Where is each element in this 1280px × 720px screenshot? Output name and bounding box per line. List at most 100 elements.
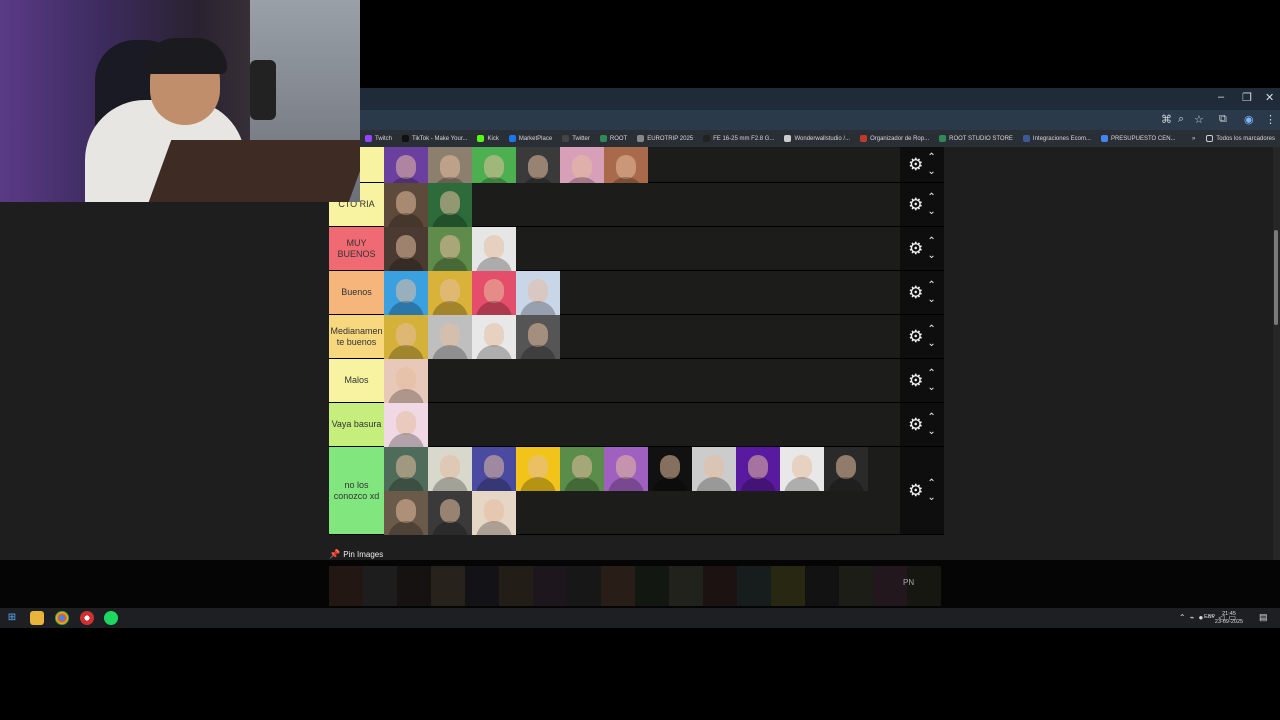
bookmark-item[interactable]: EUROTRIP 2025 <box>632 135 698 142</box>
pool-image[interactable] <box>839 566 873 606</box>
move-tier-down-icon[interactable]: ⌄ <box>927 491 935 505</box>
obs-icon[interactable] <box>80 611 94 625</box>
tier-image[interactable] <box>472 271 516 315</box>
tier-image[interactable] <box>428 491 472 535</box>
tier-label[interactable]: no los conozco xd <box>329 447 384 534</box>
tier-settings-gear-icon[interactable]: ⚙ <box>908 372 923 389</box>
tier-label[interactable]: Buenos <box>329 271 384 314</box>
move-tier-down-icon[interactable]: ⌄ <box>927 249 935 263</box>
pool-image[interactable] <box>431 566 465 606</box>
tier-settings-gear-icon[interactable]: ⚙ <box>908 284 923 301</box>
tier-image[interactable] <box>384 359 428 403</box>
menu-icon[interactable]: ⋮ <box>1265 113 1276 126</box>
pool-image[interactable] <box>499 566 533 606</box>
tier-settings-gear-icon[interactable]: ⚙ <box>908 482 923 499</box>
tier-settings-gear-icon[interactable]: ⚙ <box>908 416 923 433</box>
bookmark-item[interactable]: Integraciones Ecom... <box>1018 135 1096 142</box>
tier-image[interactable] <box>560 447 604 491</box>
tier-label[interactable]: Vaya basura <box>329 403 384 446</box>
notification-icon[interactable]: ▤ <box>1259 612 1268 623</box>
move-tier-down-icon[interactable]: ⌄ <box>927 165 935 179</box>
move-tier-down-icon[interactable]: ⌄ <box>927 381 935 395</box>
tier-image[interactable] <box>648 447 692 491</box>
bookmark-item[interactable]: ROOT <box>595 135 632 142</box>
pool-image[interactable] <box>873 566 907 606</box>
bookmark-star-icon[interactable]: ☆ <box>1194 113 1204 126</box>
tier-label[interactable]: Medianamen te buenos <box>329 315 384 358</box>
move-tier-up-icon[interactable]: ⌃ <box>927 411 935 425</box>
bookmark-item[interactable]: PRESUPUESTO CEN... <box>1096 135 1181 142</box>
pool-image[interactable] <box>533 566 567 606</box>
all-bookmarks-button[interactable]: Todos los marcadores <box>1201 135 1280 142</box>
move-tier-up-icon[interactable]: ⌃ <box>927 477 935 491</box>
tier-image[interactable] <box>384 227 428 271</box>
tier-image[interactable] <box>384 183 428 227</box>
move-tier-down-icon[interactable]: ⌄ <box>927 205 935 219</box>
tier-image[interactable] <box>736 447 780 491</box>
page-scrollbar[interactable] <box>1273 147 1280 560</box>
pool-image[interactable] <box>805 566 839 606</box>
scrollbar-thumb[interactable] <box>1274 230 1278 325</box>
tier-image[interactable] <box>472 315 516 359</box>
move-tier-up-icon[interactable]: ⌃ <box>927 279 935 293</box>
pin-images-header[interactable]: 📌 Pin Images <box>329 549 383 560</box>
tier-image[interactable] <box>428 447 472 491</box>
bookmark-item[interactable]: Wonderwallstudio /... <box>779 135 855 142</box>
extensions-icon[interactable]: ⧉ <box>1219 113 1227 126</box>
tier-image[interactable] <box>384 403 428 447</box>
pool-image[interactable] <box>635 566 669 606</box>
tier-settings-gear-icon[interactable]: ⚙ <box>908 196 923 213</box>
bookmark-item[interactable]: Organizador de Rop... <box>855 135 934 142</box>
tier-image[interactable] <box>604 447 648 491</box>
tier-settings-gear-icon[interactable]: ⚙ <box>908 156 923 173</box>
tier-label[interactable]: Malos <box>329 359 384 402</box>
tier-image[interactable] <box>516 271 560 315</box>
move-tier-up-icon[interactable]: ⌃ <box>927 191 935 205</box>
tier-image[interactable] <box>428 227 472 271</box>
start-button-icon[interactable]: ⊞ <box>5 611 19 625</box>
move-tier-up-icon[interactable]: ⌃ <box>927 151 935 165</box>
pool-image[interactable] <box>363 566 397 606</box>
tray-mic-icon[interactable]: ● <box>1198 613 1203 622</box>
close-button[interactable]: ✕ <box>1265 91 1274 104</box>
move-tier-up-icon[interactable]: ⌃ <box>927 323 935 337</box>
pool-image[interactable] <box>737 566 771 606</box>
move-tier-down-icon[interactable]: ⌄ <box>927 293 935 307</box>
tier-image[interactable] <box>428 315 472 359</box>
tier-settings-gear-icon[interactable]: ⚙ <box>908 240 923 257</box>
tier-image[interactable] <box>384 447 428 491</box>
move-tier-up-icon[interactable]: ⌃ <box>927 235 935 249</box>
pool-image[interactable] <box>329 566 363 606</box>
tier-label[interactable]: MUY BUENOS <box>329 227 384 270</box>
pool-image[interactable] <box>601 566 635 606</box>
pool-image[interactable] <box>771 566 805 606</box>
tier-image[interactable] <box>384 491 428 535</box>
bookmarks-overflow-button[interactable]: » <box>1186 136 1201 142</box>
minimize-button[interactable]: – <box>1218 91 1224 103</box>
tier-image[interactable] <box>780 447 824 491</box>
tier-image[interactable] <box>516 447 560 491</box>
tray-network-icon[interactable]: ⌁ <box>1190 613 1195 622</box>
profile-avatar-icon[interactable]: ◉ <box>1244 113 1254 126</box>
translate-icon[interactable]: ⌘ <box>1161 113 1172 126</box>
bookmark-item[interactable]: TikTok - Make Your... <box>397 135 472 142</box>
tier-image[interactable] <box>384 271 428 315</box>
move-tier-up-icon[interactable]: ⌃ <box>927 367 935 381</box>
tier-image[interactable] <box>384 315 428 359</box>
tier-image[interactable] <box>472 227 516 271</box>
bookmark-item[interactable]: Twitch <box>360 135 397 142</box>
tier-image[interactable] <box>824 447 868 491</box>
move-tier-down-icon[interactable]: ⌄ <box>927 337 935 351</box>
pool-image[interactable] <box>703 566 737 606</box>
bookmark-item[interactable]: ROOT STUDIO STORE <box>934 135 1018 142</box>
bookmark-item[interactable]: MarketPlace <box>504 135 557 142</box>
chrome-icon[interactable] <box>55 611 69 625</box>
bookmark-item[interactable]: Kick <box>472 135 503 142</box>
pool-image[interactable] <box>465 566 499 606</box>
bookmark-item[interactable]: Twitter <box>557 135 595 142</box>
pool-image[interactable] <box>397 566 431 606</box>
tier-image[interactable] <box>428 271 472 315</box>
taskbar-clock[interactable]: 21:45 23-09-2025 <box>1214 610 1244 626</box>
restore-button[interactable]: ❐ <box>1242 91 1252 104</box>
move-tier-down-icon[interactable]: ⌄ <box>927 425 935 439</box>
